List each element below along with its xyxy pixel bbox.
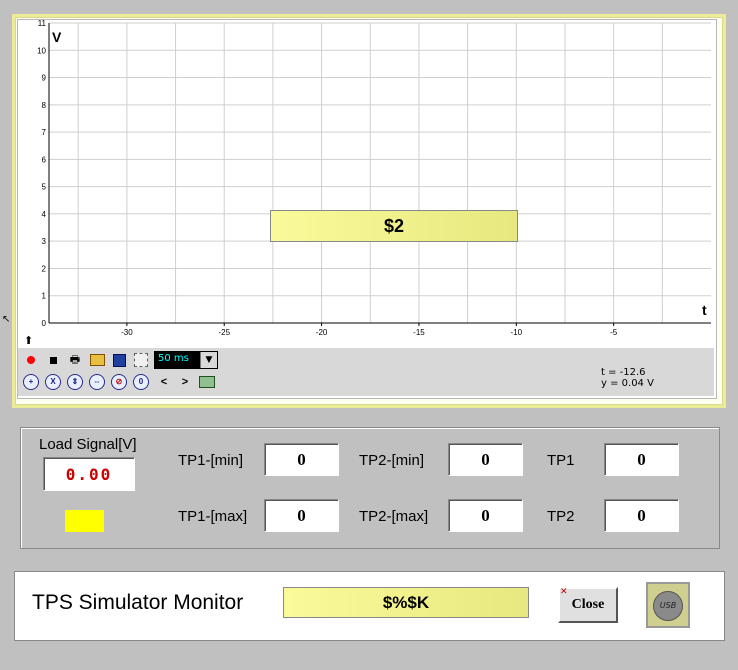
x-tick-label: -30 [121, 328, 133, 337]
interval-select[interactable]: 50 ms ▼ [154, 351, 218, 369]
next-button[interactable]: > [176, 373, 194, 391]
tp2-value: 0 [604, 499, 679, 532]
zoom-reset-icon[interactable]: ⊘ [110, 373, 128, 391]
zoom-fit-icon[interactable]: 0 [132, 373, 150, 391]
tp1-min-label: TP1-[min] [178, 452, 244, 469]
status-display: $%$K [283, 587, 529, 618]
tp2-min-label: TP2-[min] [359, 452, 425, 469]
tp1-value: 0 [604, 443, 679, 476]
record-icon[interactable] [22, 351, 40, 369]
y-tick-label: 10 [37, 46, 46, 55]
load-indicator [65, 510, 104, 532]
y-tick-label: 6 [42, 155, 47, 164]
tp1-label: TP1 [547, 452, 575, 469]
usb-icon: USB [653, 591, 683, 621]
x-tick-label: -10 [511, 328, 523, 337]
zoom-in-icon[interactable]: + [22, 373, 40, 391]
y-tick-label: 3 [42, 237, 47, 246]
tp2-min-value: 0 [448, 443, 523, 476]
y-axis-label: V [52, 29, 62, 45]
folder-open-icon[interactable] [88, 351, 106, 369]
side-arrow-icon: ↖ [2, 314, 11, 325]
interval-value: 50 ms [158, 353, 189, 364]
zoom-x-icon[interactable]: X [44, 373, 62, 391]
save-icon[interactable] [110, 351, 128, 369]
chevron-down-icon[interactable]: ▼ [200, 352, 217, 368]
export-icon[interactable] [132, 351, 150, 369]
y-tick-label: 2 [42, 264, 47, 273]
tp2-max-value: 0 [448, 499, 523, 532]
x-tick-label: -15 [413, 328, 425, 337]
x-tick-label: -20 [316, 328, 328, 337]
y-tick-label: 5 [42, 183, 47, 192]
app-title: TPS Simulator Monitor [32, 591, 244, 614]
close-icon: ✕ [560, 586, 568, 596]
y-tick-label: 11 [38, 20, 47, 28]
y-tick-label: 0 [42, 319, 47, 328]
load-signal-value: 0.00 [43, 457, 135, 491]
y-tick-label: 7 [42, 128, 47, 137]
print-icon[interactable]: 🖶 [66, 351, 84, 369]
close-button-label: Close [571, 597, 605, 612]
zoom-y-in-icon[interactable]: ⇕ [66, 373, 84, 391]
x-axis-label: t [702, 302, 707, 318]
stop-icon[interactable] [44, 351, 62, 369]
tp2-label: TP2 [547, 508, 575, 525]
x-tick-label: -25 [218, 328, 230, 337]
load-signal-label: Load Signal[V] [39, 436, 137, 453]
chart-overlay-label: $2 [270, 210, 518, 242]
tp1-max-label: TP1-[max] [178, 508, 248, 525]
tp1-min-value: 0 [264, 443, 339, 476]
y-tick-label: 9 [42, 74, 47, 83]
chart-svg[interactable]: 0 1 2 3 4 5 6 7 8 9 10 11 -30 -25 -20 -15 -10 -5 Vt [18, 20, 714, 348]
x-tick-label: -5 [610, 328, 618, 337]
usb-status[interactable]: USB [646, 582, 690, 628]
zoom-y-out-icon[interactable]: ⇔ [88, 373, 106, 391]
cursor-t-readout: t = -12.6 [601, 367, 646, 378]
tp1-max-value: 0 [264, 499, 339, 532]
y-tick-label: 1 [42, 292, 47, 301]
y-tick-label: 8 [42, 101, 47, 110]
tp2-max-label: TP2-[max] [359, 508, 429, 525]
pan-up-icon[interactable]: ⬆ [24, 334, 33, 347]
cursor-y-readout: y = 0.04 V [601, 378, 654, 389]
prev-button[interactable]: < [155, 373, 173, 391]
y-tick-label: 4 [42, 210, 47, 219]
printer-settings-icon[interactable] [198, 373, 216, 391]
